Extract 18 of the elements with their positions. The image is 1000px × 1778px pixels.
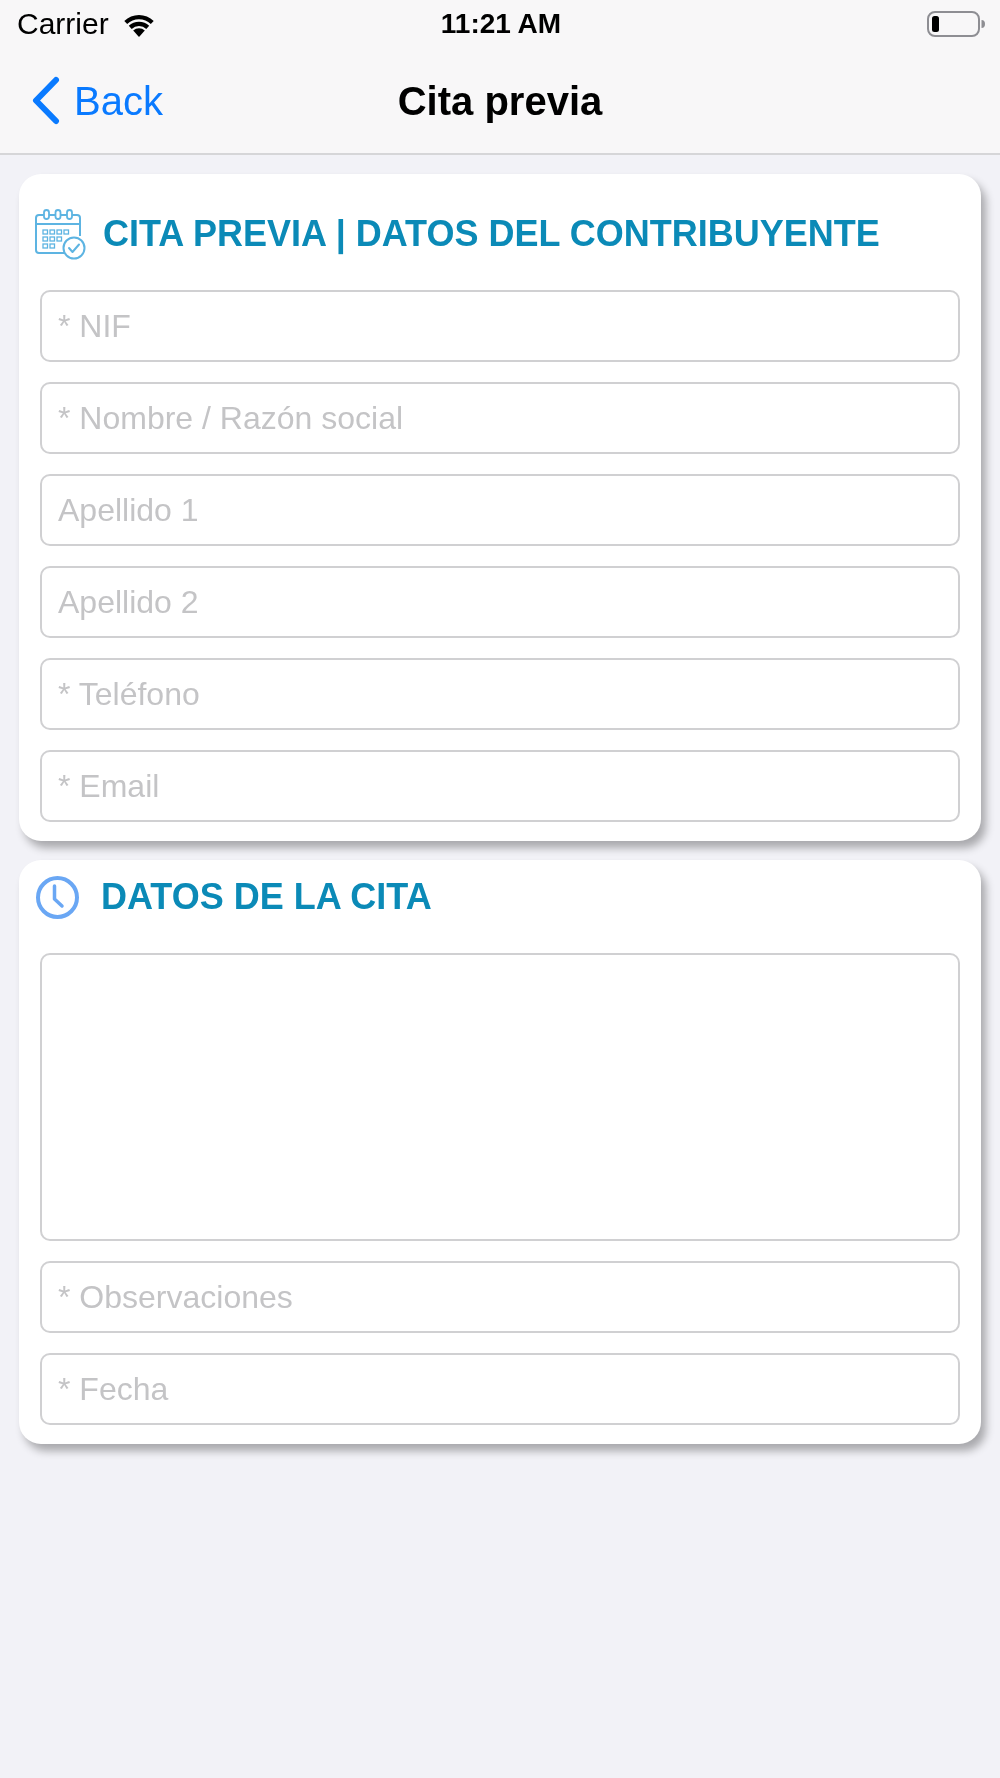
chevron-left-icon bbox=[31, 76, 61, 125]
calendar-icon bbox=[34, 208, 86, 260]
text-field[interactable]: * Observaciones bbox=[40, 1261, 960, 1333]
carrier-label: Carrier bbox=[17, 9, 109, 39]
back-button[interactable]: Back bbox=[31, 76, 163, 125]
screen-title: Cita previa bbox=[397, 80, 603, 121]
text-field[interactable]: * Fecha bbox=[40, 1353, 960, 1425]
text-field[interactable]: * Nombre / Razón social bbox=[40, 382, 960, 454]
text-field[interactable]: * Teléfono bbox=[40, 658, 960, 730]
text-field[interactable]: Apellido 1 bbox=[40, 474, 960, 546]
clock-icon bbox=[35, 874, 80, 920]
text-area[interactable] bbox=[40, 953, 960, 1241]
text-field[interactable]: * NIF bbox=[40, 290, 960, 362]
section-title: DATOS DE LA CITA bbox=[101, 879, 432, 915]
text-field[interactable]: Apellido 2 bbox=[40, 566, 960, 638]
text-field[interactable]: * Email bbox=[40, 750, 960, 822]
clock-time: 11:21 AM bbox=[440, 10, 562, 38]
battery-icon bbox=[927, 11, 985, 37]
